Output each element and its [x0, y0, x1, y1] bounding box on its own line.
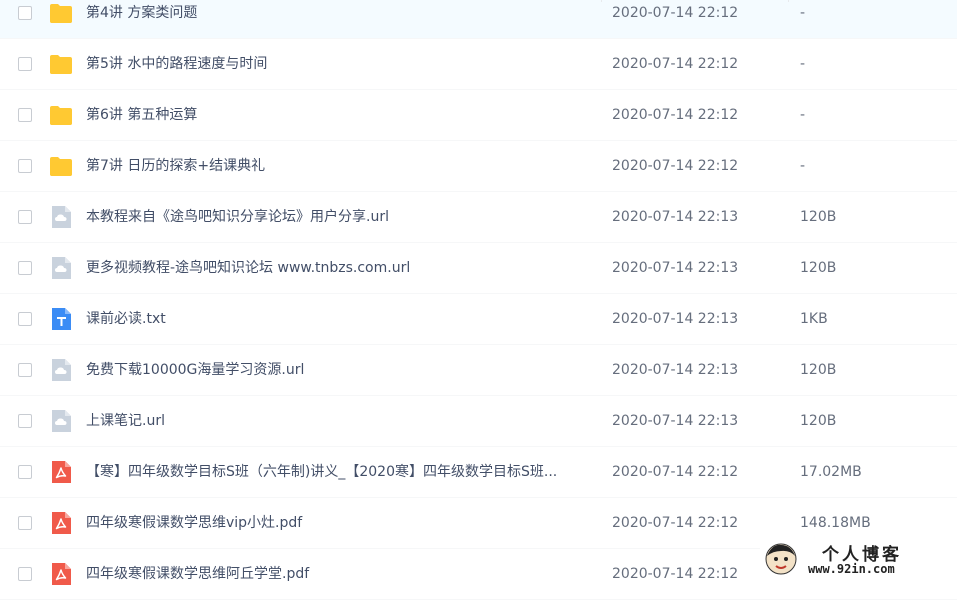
file-name[interactable]: 更多视频教程-途鸟吧知识论坛 www.tnbzs.com.url — [86, 259, 586, 277]
pdf-file-icon — [49, 562, 73, 586]
file-size: - — [800, 107, 806, 123]
file-row[interactable]: 第7讲 日历的探索+结课典礼 2020-07-14 22:12 - — [0, 141, 957, 192]
pdf-file-icon — [49, 460, 73, 484]
file-row[interactable]: 第4讲 方案类问题 2020-07-14 22:12 - — [0, 0, 957, 39]
folder-icon — [49, 103, 73, 127]
file-row[interactable]: 本教程来自《途鸟吧知识分享论坛》用户分享.url 2020-07-14 22:13… — [0, 192, 957, 243]
row-checkbox[interactable] — [18, 312, 32, 326]
file-row[interactable]: 更多视频教程-途鸟吧知识论坛 www.tnbzs.com.url 2020-07-… — [0, 243, 957, 294]
file-date: 2020-07-14 22:13 — [612, 362, 739, 378]
file-name[interactable]: 【寒】四年级数学目标S班（六年制)讲义_【2020寒】四年级数学目标S班... — [86, 463, 586, 481]
row-checkbox[interactable] — [18, 159, 32, 173]
file-date: 2020-07-14 22:12 — [612, 158, 739, 174]
file-date: 2020-07-14 22:13 — [612, 413, 739, 429]
column-divider — [788, 0, 789, 2]
file-size: 120B — [800, 413, 837, 429]
file-date: 2020-07-14 22:13 — [612, 311, 739, 327]
file-size: 120B — [800, 362, 837, 378]
avatar-icon — [765, 543, 797, 575]
file-date: 2020-07-14 22:12 — [612, 515, 739, 531]
file-name[interactable]: 第6讲 第五种运算 — [86, 106, 586, 124]
row-checkbox[interactable] — [18, 108, 32, 122]
file-size: 17.02MB — [800, 464, 862, 480]
watermark: 个人博客 www.92in.com — [760, 540, 957, 580]
row-checkbox[interactable] — [18, 465, 32, 479]
folder-icon — [49, 1, 73, 25]
file-date: 2020-07-14 22:13 — [612, 209, 739, 225]
file-row[interactable]: 第6讲 第五种运算 2020-07-14 22:12 - — [0, 90, 957, 141]
file-name[interactable]: 第7讲 日历的探索+结课典礼 — [86, 157, 586, 175]
link-file-icon — [49, 205, 73, 229]
file-size: - — [800, 158, 806, 174]
file-name[interactable]: 上课笔记.url — [86, 412, 586, 430]
file-size: 120B — [800, 209, 837, 225]
file-name[interactable]: 免费下载10000G海量学习资源.url — [86, 361, 586, 379]
file-name[interactable]: 四年级寒假课数学思维vip小灶.pdf — [86, 514, 586, 532]
file-size: 120B — [800, 260, 837, 276]
file-name[interactable]: 第4讲 方案类问题 — [86, 4, 586, 22]
file-row[interactable]: 【寒】四年级数学目标S班（六年制)讲义_【2020寒】四年级数学目标S班... 2… — [0, 447, 957, 498]
file-date: 2020-07-14 22:12 — [612, 56, 739, 72]
link-file-icon — [49, 409, 73, 433]
file-row[interactable]: 第5讲 水中的路程速度与时间 2020-07-14 22:12 - — [0, 39, 957, 90]
file-list: 第4讲 方案类问题 2020-07-14 22:12 - 第5讲 水中的路程速度与时… — [0, 0, 957, 600]
link-file-icon — [49, 256, 73, 280]
file-row[interactable]: 上课笔记.url 2020-07-14 22:13 120B — [0, 396, 957, 447]
text-file-icon — [49, 307, 73, 331]
folder-icon — [49, 52, 73, 76]
file-size: - — [800, 5, 806, 21]
folder-icon — [49, 154, 73, 178]
pdf-file-icon — [49, 511, 73, 535]
row-checkbox[interactable] — [18, 567, 32, 581]
file-date: 2020-07-14 22:13 — [612, 260, 739, 276]
column-divider — [601, 0, 602, 2]
file-name[interactable]: 本教程来自《途鸟吧知识分享论坛》用户分享.url — [86, 208, 586, 226]
file-date: 2020-07-14 22:12 — [612, 566, 739, 582]
file-name[interactable]: 课前必读.txt — [86, 310, 586, 328]
row-checkbox[interactable] — [18, 363, 32, 377]
file-size: 148.18MB — [800, 515, 871, 531]
row-checkbox[interactable] — [18, 210, 32, 224]
file-name[interactable]: 四年级寒假课数学思维阿丘学堂.pdf — [86, 565, 586, 583]
watermark-url: www.92in.com — [808, 562, 895, 576]
row-checkbox[interactable] — [18, 6, 32, 20]
row-checkbox[interactable] — [18, 261, 32, 275]
row-checkbox[interactable] — [18, 414, 32, 428]
file-date: 2020-07-14 22:12 — [612, 107, 739, 123]
file-size: - — [800, 56, 806, 72]
row-checkbox[interactable] — [18, 516, 32, 530]
file-row[interactable]: 免费下载10000G海量学习资源.url 2020-07-14 22:13 120B — [0, 345, 957, 396]
file-date: 2020-07-14 22:12 — [612, 464, 739, 480]
file-size: 1KB — [800, 311, 828, 327]
file-row[interactable]: 课前必读.txt 2020-07-14 22:13 1KB — [0, 294, 957, 345]
file-date: 2020-07-14 22:12 — [612, 5, 739, 21]
file-name[interactable]: 第5讲 水中的路程速度与时间 — [86, 55, 586, 73]
link-file-icon — [49, 358, 73, 382]
row-checkbox[interactable] — [18, 57, 32, 71]
